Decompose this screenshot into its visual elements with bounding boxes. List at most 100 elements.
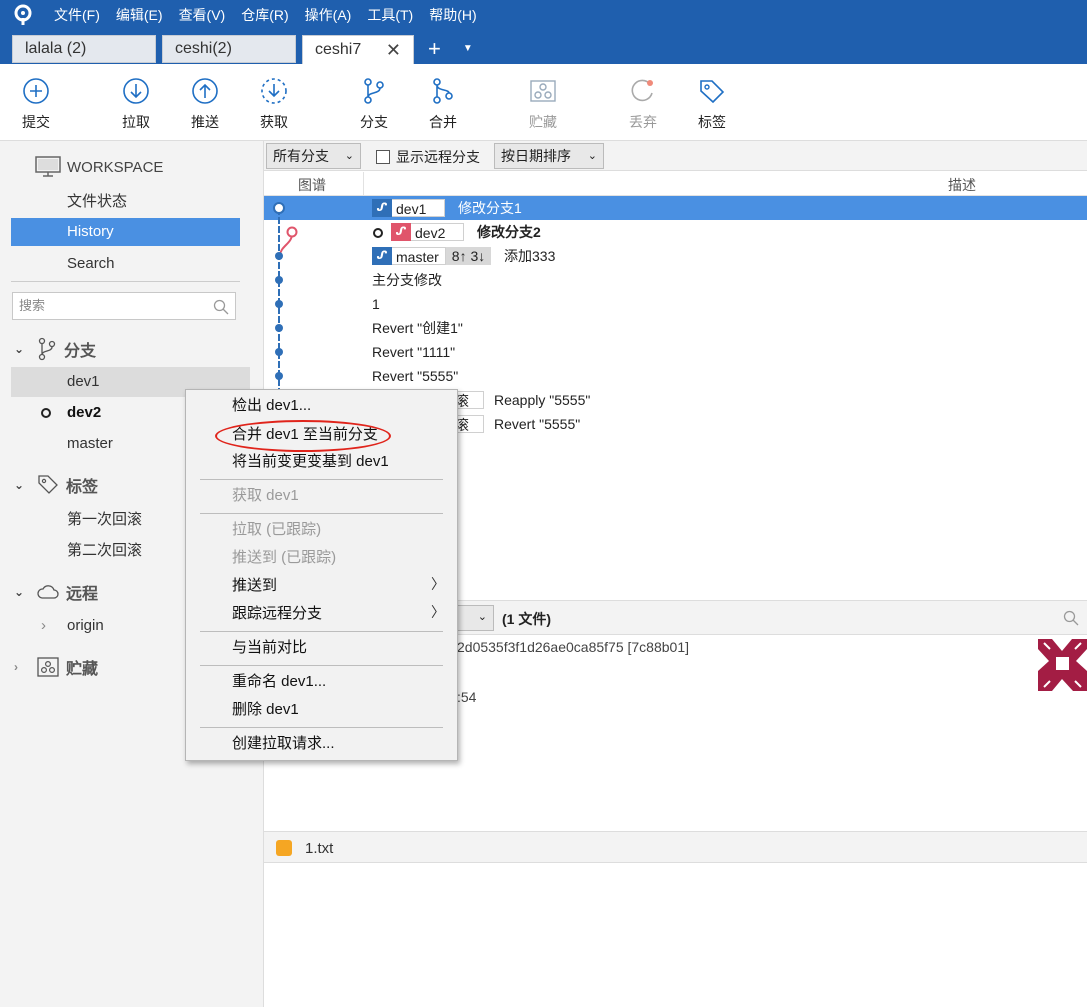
menu-item-pull-tracked[interactable]: 拉取 (已跟踪) xyxy=(232,520,321,540)
column-divider xyxy=(363,172,364,196)
title-bar: 文件(F) 编辑(E) 查看(V) 仓库(R) 操作(A) 工具(T) 帮助(H… xyxy=(0,0,1087,64)
column-description[interactable]: 描述 xyxy=(948,175,976,195)
file-name[interactable]: 1.txt xyxy=(305,840,333,857)
merge-label: 合并 xyxy=(429,114,457,130)
stash-label: 贮藏 xyxy=(529,114,557,130)
tag-button[interactable]: 标签 xyxy=(684,76,740,132)
branch-label: 分支 xyxy=(360,114,388,130)
author-avatar xyxy=(1038,639,1087,691)
tab-dropdown-icon[interactable]: ▼ xyxy=(463,35,473,64)
file-count: (1 文件) xyxy=(502,611,551,627)
menu-item-delete[interactable]: 删除 dev1 xyxy=(232,700,299,720)
commit-message: 1 xyxy=(372,296,380,312)
fetch-button[interactable]: 获取 xyxy=(246,76,302,132)
stash-icon xyxy=(37,657,59,677)
chevron-down-icon: ⌄ xyxy=(477,611,487,623)
menu-action[interactable]: 操作(A) xyxy=(305,5,352,25)
branch-button[interactable]: 分支 xyxy=(346,76,402,132)
sidebar-item-history[interactable]: History xyxy=(11,218,240,246)
commit-icon xyxy=(23,78,49,104)
menu-repo[interactable]: 仓库(R) xyxy=(241,5,288,25)
workspace-label: WORKSPACE xyxy=(67,158,164,176)
current-branch-icon xyxy=(41,408,51,418)
branch-filter-dropdown[interactable]: 所有分支 ⌄ xyxy=(266,143,361,169)
menu-tools[interactable]: 工具(T) xyxy=(367,5,413,25)
pull-label: 拉取 xyxy=(122,114,150,130)
menu-item-push-to[interactable]: 推送到 xyxy=(232,576,277,596)
merge-button[interactable]: 合并 xyxy=(415,76,471,132)
menu-item-pull-request[interactable]: 创建拉取请求... xyxy=(232,734,335,754)
tag-badge: 滚 xyxy=(454,391,484,409)
menu-item-fetch[interactable]: 获取 dev1 xyxy=(232,486,299,506)
menu-edit[interactable]: 编辑(E) xyxy=(116,5,163,25)
remote-name: origin xyxy=(67,617,104,634)
cloud-icon xyxy=(37,585,59,599)
add-tab-icon[interactable]: + xyxy=(428,35,441,64)
chevron-down-icon: ⌄ xyxy=(14,478,25,492)
commit-row[interactable]: ᔑ dev1 修改分支1 xyxy=(264,196,1087,220)
discard-button[interactable]: 丢弃 xyxy=(615,76,671,132)
menu-item-rename[interactable]: 重命名 dev1... xyxy=(232,672,326,692)
commit-message: 修改分支2 xyxy=(477,224,541,240)
search-placeholder: 搜索 xyxy=(19,298,46,313)
commit-row[interactable]: Revert "创建1" xyxy=(264,316,1087,340)
commit-message: Revert "1111" xyxy=(372,344,456,360)
menu-item-rebase[interactable]: 将当前变更变基到 dev1 xyxy=(232,452,389,472)
tab-label: lalala (2) xyxy=(25,40,87,57)
menu-item-checkout[interactable]: 检出 dev1... xyxy=(232,396,311,416)
remotes-section[interactable]: ⌄ 远程 xyxy=(14,580,98,604)
menu-view[interactable]: 查看(V) xyxy=(179,5,226,25)
fetch-icon xyxy=(261,78,287,104)
stash-button[interactable]: 贮藏 xyxy=(515,76,571,132)
workspace-header: WORKSPACE xyxy=(35,155,163,179)
tab-lalala[interactable]: lalala (2) xyxy=(12,35,156,63)
menu-file[interactable]: 文件(F) xyxy=(54,5,100,25)
branch-badge-master: ᔑ master 8↑ 3↓ xyxy=(372,247,492,265)
tab-ceshi[interactable]: ceshi(2) xyxy=(162,35,296,63)
stash-title: 贮藏 xyxy=(66,661,99,678)
push-icon xyxy=(192,78,218,104)
search-icon[interactable] xyxy=(1063,610,1079,626)
chevron-down-icon: ⌄ xyxy=(344,150,354,162)
pull-button[interactable]: 拉取 xyxy=(108,76,164,132)
branch-badge-label: master xyxy=(392,247,446,265)
menu-item-compare[interactable]: 与当前对比 xyxy=(232,638,307,658)
push-button[interactable]: 推送 xyxy=(177,76,233,132)
branch-badge-icon: ᔑ xyxy=(391,223,411,241)
sidebar-search-input[interactable]: 搜索 xyxy=(12,292,236,320)
commit-message: Revert "5555" xyxy=(494,416,581,432)
show-remote-checkbox[interactable]: 显示远程分支 xyxy=(376,147,480,167)
checkbox-box[interactable] xyxy=(376,150,390,164)
commit-row[interactable]: 1 xyxy=(264,292,1087,316)
commit-row[interactable]: ᔑ master 8↑ 3↓ 添加333 xyxy=(264,244,1087,268)
commit-list-header: 图谱 描述 xyxy=(264,172,1087,196)
commit-row[interactable]: 主分支修改 xyxy=(264,268,1087,292)
highlight-annotation xyxy=(215,420,391,452)
sidebar-item-file-status[interactable]: 文件状态 xyxy=(11,188,240,216)
tags-section[interactable]: ⌄ 标签 xyxy=(14,473,98,497)
menu-help[interactable]: 帮助(H) xyxy=(429,5,476,25)
submenu-arrow-icon: 〉 xyxy=(431,576,445,592)
commit-row[interactable]: Revert "5555" xyxy=(264,364,1087,388)
toolbar: 提交 拉取 推送 获取 分支 合并 贮藏 丢弃 标签 xyxy=(0,64,1087,141)
menu-separator xyxy=(200,727,443,728)
commit-row[interactable]: ᔑ dev2 修改分支2 xyxy=(264,220,1087,244)
monitor-icon xyxy=(35,156,61,177)
sort-dropdown[interactable]: 按日期排序 ⌄ xyxy=(494,143,604,169)
checkbox-label: 显示远程分支 xyxy=(396,149,480,165)
column-graph[interactable]: 图谱 xyxy=(298,175,326,195)
sidebar-item-search[interactable]: Search xyxy=(11,250,240,278)
menu-item-push-tracked[interactable]: 推送到 (已跟踪) xyxy=(232,548,336,568)
branches-section[interactable]: ⌄ 分支 xyxy=(14,337,96,361)
merge-icon xyxy=(433,78,453,104)
tab-label: ceshi7 xyxy=(315,41,362,58)
commit-row[interactable]: Revert "1111" xyxy=(264,340,1087,364)
menu-item-track-remote[interactable]: 跟踪远程分支 xyxy=(232,604,322,624)
close-tab-icon[interactable]: ✕ xyxy=(386,37,401,63)
stash-section[interactable]: › 贮藏 xyxy=(14,655,98,679)
file-modified-icon xyxy=(276,840,292,856)
tab-ceshi7[interactable]: ceshi7 ✕ xyxy=(302,35,414,64)
push-label: 推送 xyxy=(191,114,219,130)
commit-button[interactable]: 提交 xyxy=(8,76,64,132)
commit-label: 提交 xyxy=(22,114,50,130)
